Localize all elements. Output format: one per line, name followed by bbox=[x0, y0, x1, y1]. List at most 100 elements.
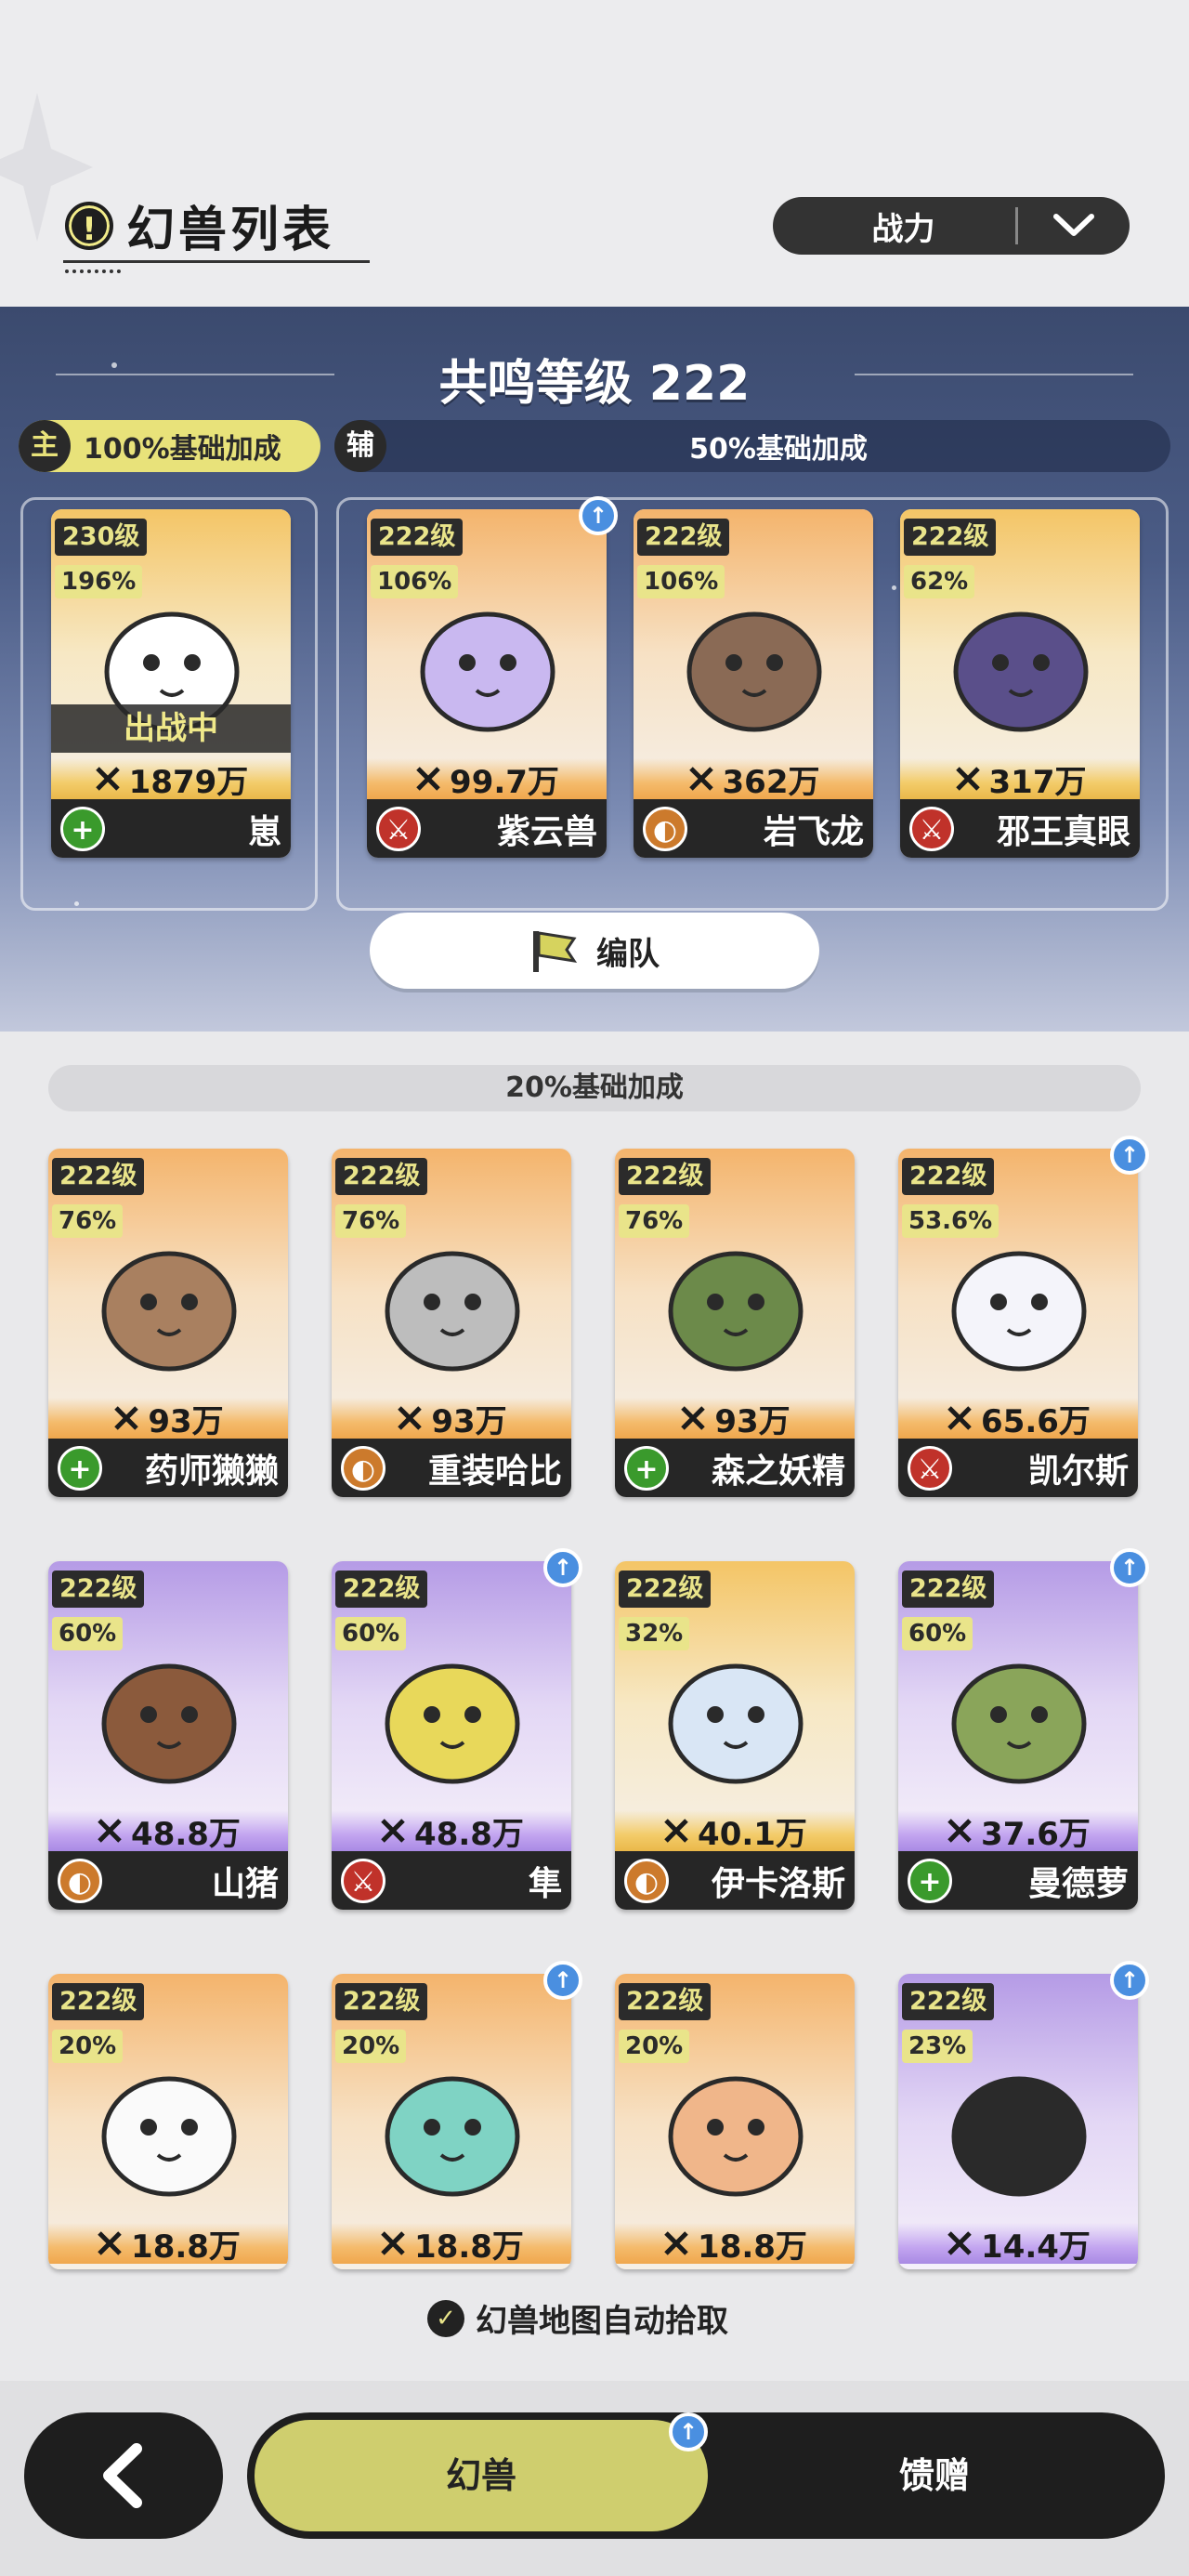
tab-beasts[interactable]: 幻兽 bbox=[255, 2420, 708, 2531]
beast-card[interactable]: 222级 60% 37.6万 + 曼德萝 bbox=[898, 1561, 1138, 1910]
beast-name: 崽 bbox=[247, 812, 281, 851]
title-underline bbox=[63, 260, 370, 263]
autopick-toggle[interactable]: ✓ 幻兽地图自动拾取 bbox=[427, 2295, 728, 2341]
crossed-swords-icon bbox=[664, 2231, 688, 2255]
bonus-percent: 76% bbox=[52, 1204, 124, 1238]
upgrade-icon: ↑ bbox=[1110, 1961, 1149, 2000]
power-bar: 317万 bbox=[900, 758, 1140, 801]
sort-dropdown[interactable]: 战力 bbox=[773, 197, 1130, 255]
autopick-label: 幻兽地图自动拾取 bbox=[476, 2303, 728, 2340]
beast-card[interactable]: 222级 20% 18.8万 bbox=[615, 1974, 855, 2269]
power-bar: 48.8万 bbox=[48, 1810, 288, 1853]
check-circle-icon[interactable]: ✓ bbox=[427, 2299, 464, 2337]
upgrade-icon: ↑ bbox=[1110, 1548, 1149, 1587]
name-bar: ⚔ 紫云兽 bbox=[367, 799, 607, 858]
beast-card[interactable]: 222级 32% 40.1万 ◐ 伊卡洛斯 bbox=[615, 1561, 855, 1910]
crossed-swords-icon bbox=[688, 767, 713, 791]
power-value: 18.8万 bbox=[698, 2228, 807, 2266]
back-arrow-icon bbox=[103, 2443, 142, 2508]
beast-card[interactable]: 222级 106% 99.7万 ⚔ 紫云兽 bbox=[367, 509, 607, 858]
upgrade-icon: ↑ bbox=[579, 496, 618, 535]
main-tag-icon: 主 bbox=[19, 420, 71, 472]
name-bar: + 森之妖精 bbox=[615, 1439, 855, 1497]
beast-card[interactable]: 222级 62% 317万 ⚔ 邪王真眼 bbox=[900, 509, 1140, 858]
beast-card[interactable]: 222级 20% 18.8万 bbox=[48, 1974, 288, 2269]
attack-role-icon: ⚔ bbox=[909, 806, 954, 851]
name-bar: ◐ 重装哈比 bbox=[332, 1439, 571, 1497]
power-value: 362万 bbox=[722, 763, 820, 801]
name-bar: ⚔ 隼 bbox=[332, 1851, 571, 1910]
upgrade-icon: ↑ bbox=[543, 1548, 582, 1587]
beast-name: 凯尔斯 bbox=[1027, 1452, 1129, 1491]
page-title: 幻兽列表 bbox=[126, 203, 335, 258]
crossed-swords-icon bbox=[955, 767, 980, 791]
chevron-down-icon[interactable] bbox=[1018, 197, 1130, 255]
level-badge: 222级 bbox=[52, 1571, 145, 1608]
beast-name: 紫云兽 bbox=[496, 812, 597, 851]
name-bar: + 药师獭獭 bbox=[48, 1439, 288, 1497]
tab-gift[interactable]: 馈赠 bbox=[708, 2420, 1161, 2531]
beast-name: 隼 bbox=[528, 1864, 562, 1903]
beast-card[interactable]: 222级 60% 48.8万 ◐ 山猪 bbox=[48, 1561, 288, 1910]
upgrade-icon: ↑ bbox=[669, 2412, 708, 2451]
power-value: 37.6万 bbox=[981, 1815, 1091, 1853]
heal-role-icon: + bbox=[60, 806, 105, 851]
beast-name: 药师獭獭 bbox=[144, 1452, 279, 1491]
level-badge: 222级 bbox=[619, 1571, 712, 1608]
bonus-percent: 60% bbox=[335, 1617, 407, 1650]
defense-role-icon: ◐ bbox=[58, 1858, 102, 1903]
bonus-percent: 62% bbox=[904, 565, 975, 598]
back-button[interactable] bbox=[24, 2412, 223, 2539]
bonus-percent: 23% bbox=[902, 2030, 973, 2063]
crossed-swords-icon bbox=[664, 1819, 688, 1843]
power-value: 317万 bbox=[988, 763, 1087, 801]
beast-card[interactable]: 222级 76% 93万 ◐ 重装哈比 bbox=[332, 1149, 571, 1497]
crossed-swords-icon bbox=[381, 2231, 405, 2255]
crossed-swords-icon bbox=[114, 1406, 139, 1430]
power-bar: 18.8万 bbox=[48, 2223, 288, 2266]
power-value: 93万 bbox=[714, 1402, 790, 1440]
power-bar: 93万 bbox=[332, 1398, 571, 1440]
power-value: 93万 bbox=[431, 1402, 507, 1440]
beast-name: 岩飞龙 bbox=[763, 812, 864, 851]
level-badge: 222级 bbox=[904, 519, 997, 556]
beast-card[interactable]: 222级 20% 18.8万 bbox=[332, 1974, 571, 2269]
level-badge: 222级 bbox=[902, 1983, 995, 2020]
page-title-group: ! 幻兽列表 bbox=[65, 191, 334, 260]
attack-role-icon: ⚔ bbox=[341, 1858, 385, 1903]
beast-card[interactable]: 222级 76% 93万 + 森之妖精 bbox=[615, 1149, 855, 1497]
level-badge: 222级 bbox=[902, 1158, 995, 1195]
crossed-swords-icon bbox=[947, 2231, 972, 2255]
beast-card[interactable]: 230级 196% 出战中 1879万 + 崽 bbox=[51, 509, 291, 858]
power-value: 48.8万 bbox=[414, 1815, 524, 1853]
beast-card[interactable]: 222级 53.6% 65.6万 ⚔ 凯尔斯 bbox=[898, 1149, 1138, 1497]
power-bar: 48.8万 bbox=[332, 1810, 571, 1853]
level-badge: 222级 bbox=[637, 519, 730, 556]
info-icon[interactable]: ! bbox=[65, 201, 113, 250]
beast-card[interactable]: 222级 106% 362万 ◐ 岩飞龙 bbox=[634, 509, 873, 858]
sort-label: 战力 bbox=[871, 210, 935, 248]
defense-role-icon: ◐ bbox=[643, 806, 687, 851]
attack-role-icon: ⚔ bbox=[376, 806, 421, 851]
bonus-percent: 106% bbox=[371, 565, 459, 598]
bonus-percent: 20% bbox=[335, 2030, 407, 2063]
crossed-swords-icon bbox=[95, 767, 120, 791]
power-bar: 40.1万 bbox=[615, 1810, 855, 1853]
beast-card[interactable]: 222级 60% 48.8万 ⚔ 隼 bbox=[332, 1561, 571, 1910]
title-dots bbox=[65, 269, 121, 273]
level-badge: 222级 bbox=[52, 1158, 145, 1195]
formation-button[interactable]: 编队 bbox=[370, 913, 819, 989]
power-bar: 362万 bbox=[634, 758, 873, 801]
attack-role-icon: ⚔ bbox=[908, 1445, 952, 1491]
upgrade-icon: ↑ bbox=[1110, 1136, 1149, 1175]
bonus-percent: 76% bbox=[335, 1204, 407, 1238]
defense-role-icon: ◐ bbox=[624, 1858, 669, 1903]
lower-bonus-band: 20%基础加成 bbox=[48, 1065, 1141, 1111]
power-bar: 93万 bbox=[615, 1398, 855, 1440]
crossed-swords-icon bbox=[98, 2231, 122, 2255]
power-value: 1879万 bbox=[128, 763, 249, 801]
beast-card[interactable]: 222级 76% 93万 + 药师獭獭 bbox=[48, 1149, 288, 1497]
bonus-percent: 32% bbox=[619, 1617, 690, 1650]
beast-card[interactable]: 222级 23% 14.4万 bbox=[898, 1974, 1138, 2269]
formation-label: 编队 bbox=[596, 935, 660, 973]
